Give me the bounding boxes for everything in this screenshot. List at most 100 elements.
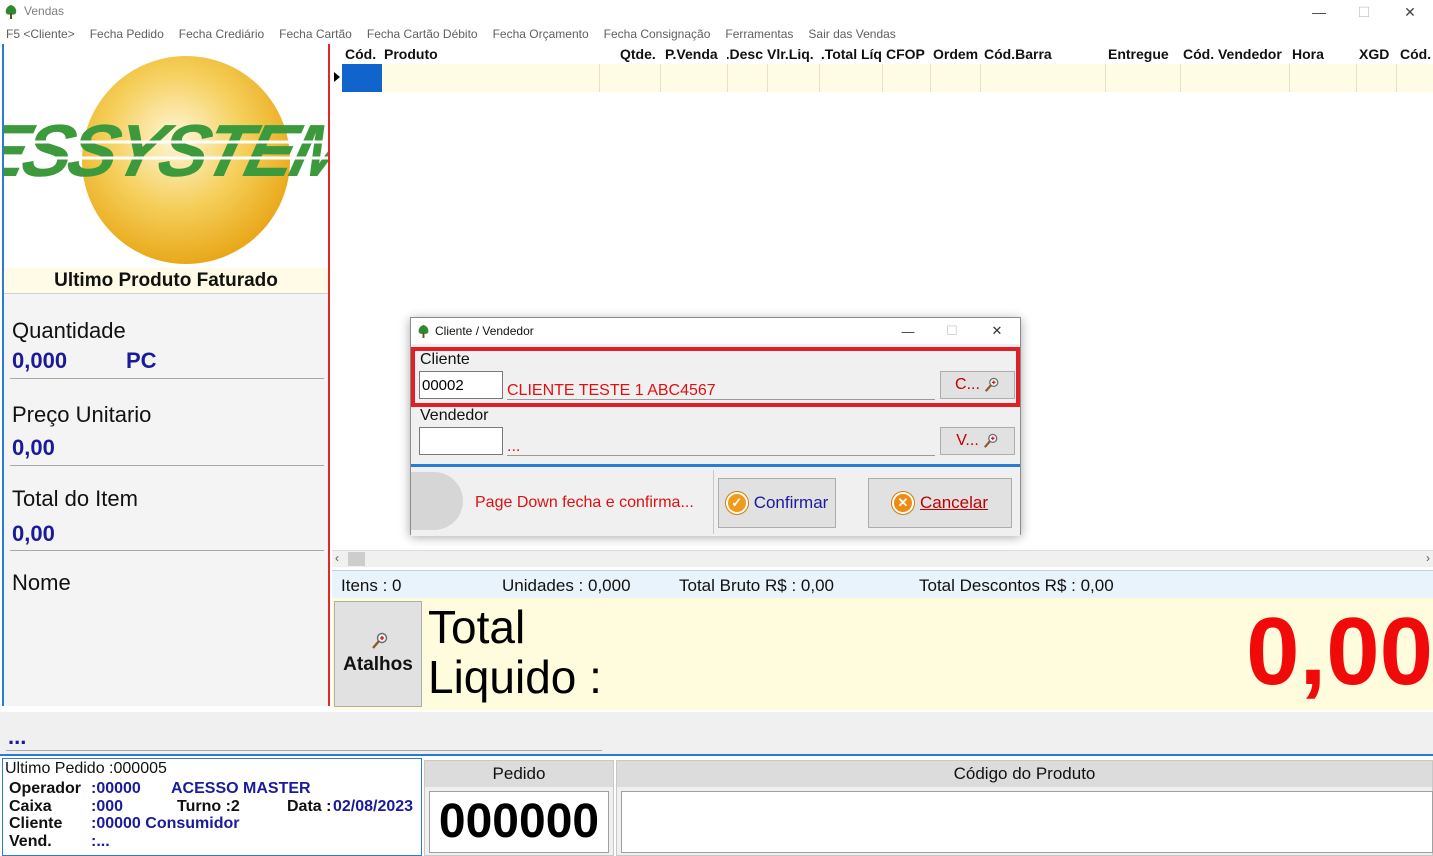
menu-item-fecha-crediario[interactable]: Fecha Crediário — [179, 27, 264, 41]
cliente-name: CLIENTE TESTE 1 ABC4567 — [507, 382, 716, 399]
menu-item-fecha-cartao[interactable]: Fecha Cartão — [279, 27, 352, 41]
turno: Turno :2 — [177, 798, 240, 815]
totals-bar — [332, 570, 1433, 598]
status-text: ... — [8, 724, 27, 749]
codigo-produto-label: Código do Produto — [617, 761, 1432, 787]
pedido-box: Pedido 000000 — [424, 760, 614, 856]
x-circle-icon: ✕ — [891, 492, 914, 514]
company-logo: ESSYSTEM — [4, 44, 328, 268]
total-bruto: Total Bruto R$ : 0,00 — [679, 576, 834, 595]
menu-item-fecha-cartao-debito[interactable]: Fecha Cartão Débito — [367, 27, 478, 41]
cliente-label: Cliente — [420, 351, 470, 368]
table-row[interactable] — [342, 64, 1433, 92]
dialog-minimize-button[interactable]: — — [885, 319, 931, 343]
menu-item-fecha-consignacao[interactable]: Fecha Consignação — [604, 27, 711, 41]
selected-cell[interactable] — [342, 64, 382, 92]
cliente-lookup-button[interactable]: C... — [940, 371, 1015, 399]
check-circle-icon: ✓ — [725, 492, 748, 514]
menu-item-fecha-pedido[interactable]: Fecha Pedido — [90, 27, 164, 41]
svg-text:ESSYSTEM: ESSYSTEM — [4, 109, 328, 192]
total-descontos: Total Descontos R$ : 0,00 — [919, 576, 1114, 595]
codigo-produto-box: Código do Produto — [616, 760, 1433, 856]
col-header-hora[interactable]: Hora — [1292, 46, 1324, 62]
scroll-left-icon[interactable]: ‹ — [335, 551, 339, 565]
cliente-code-input[interactable] — [419, 371, 503, 399]
menu-item-sair[interactable]: Sair das Vendas — [808, 27, 895, 41]
operador-name: ACESSO MASTER — [171, 780, 311, 797]
tree-icon — [5, 5, 17, 19]
menu-item-fecha-orcamento[interactable]: Fecha Orçamento — [493, 27, 589, 41]
session-info-box: Ultimo Pedido :000005 Operador :00000 AC… — [2, 758, 422, 856]
dialog-divider — [411, 464, 1020, 467]
col-header-cod[interactable]: Cód. — [345, 46, 376, 62]
cliente-label: Cliente — [9, 815, 63, 832]
atalhos-button[interactable]: Atalhos — [334, 601, 422, 707]
operador-label: Operador — [9, 780, 82, 797]
minimize-button[interactable]: — — [1296, 0, 1342, 24]
vend-value: :... — [91, 833, 110, 850]
nome-label: Nome — [12, 570, 71, 595]
col-header-produto[interactable]: Produto — [384, 46, 438, 62]
col-header-entregue[interactable]: Entregue — [1108, 46, 1169, 62]
total-item-label: Total do Item — [12, 486, 138, 511]
col-header-codvendedor[interactable]: Cód. Vendedor — [1183, 46, 1282, 62]
col-header-xgd[interactable]: XGD — [1359, 46, 1389, 62]
col-header-codbarra[interactable]: Cód.Barra — [984, 46, 1052, 62]
vend-label: Vend. — [9, 833, 52, 850]
vendedor-code-input[interactable] — [419, 427, 503, 455]
quantidade-label: Quantidade — [12, 318, 126, 343]
logo-graphic: ESSYSTEM — [4, 56, 328, 264]
col-header-totalliq[interactable]: Total Líq. — [820, 46, 882, 62]
menu-item-cliente[interactable]: F5 <Cliente> — [6, 27, 75, 41]
dialog-title: Cliente / Vendedor — [435, 324, 534, 338]
grid-header: Cód. Produto Qtde. P.Venda Desc. Vlr.Liq… — [332, 44, 1433, 64]
col-header-cod2[interactable]: Cód. — [1400, 46, 1431, 62]
col-header-pvenda[interactable]: P.Venda — [665, 46, 718, 62]
scroll-thumb[interactable] — [348, 552, 365, 566]
window-title: Vendas — [24, 4, 65, 18]
caixa-value: :000 — [91, 798, 124, 815]
ultimo-pedido: Ultimo Pedido :000005 — [5, 760, 167, 777]
total-liquido-value: 0,00 — [1246, 598, 1433, 705]
divider — [10, 378, 324, 379]
scroll-right-icon[interactable]: › — [1426, 551, 1430, 565]
menu-bar: F5 <Cliente> Fecha Pedido Fecha Crediári… — [0, 24, 1433, 44]
cliente-value: :00000 Consumidor — [91, 815, 240, 832]
vendedor-name: ... — [507, 438, 521, 455]
magnifier-icon — [372, 632, 388, 649]
col-header-cfop[interactable]: CFOP — [886, 46, 925, 62]
hint-text: Page Down fecha e confirma... — [475, 494, 694, 511]
preco-value: 0,00 — [12, 435, 55, 460]
title-bar: Vendas — ☐ ✕ — [0, 0, 1433, 24]
col-header-desc[interactable]: Desc. — [727, 46, 763, 62]
data-label: Data : — [287, 798, 332, 815]
pedido-label: Pedido — [425, 761, 613, 787]
divider — [10, 550, 324, 551]
data-value: 02/08/2023 — [333, 798, 414, 815]
menu-item-ferramentas[interactable]: Ferramentas — [725, 27, 793, 41]
horizontal-scrollbar[interactable]: ‹ › — [332, 550, 1433, 567]
unidades-count: Unidades : 0,000 — [502, 576, 631, 595]
quantidade-value: 0,000 — [12, 348, 68, 373]
cancel-button[interactable]: ✕ Cancelar — [868, 478, 1012, 528]
col-header-qtde[interactable]: Qtde. — [620, 46, 656, 62]
vendedor-lookup-button[interactable]: V... — [940, 427, 1015, 455]
divider — [6, 750, 602, 751]
col-header-vlrliq[interactable]: Vlr.Liq. — [767, 46, 814, 62]
magnifier-icon — [984, 377, 999, 392]
confirm-button[interactable]: ✓ Confirmar — [718, 478, 836, 528]
col-header-ordem[interactable]: Ordem — [933, 46, 978, 62]
total-item-value: 0,00 — [12, 521, 55, 546]
preco-label: Preço Unitario — [12, 402, 152, 427]
pedido-value: 000000 — [429, 791, 609, 853]
maximize-button[interactable]: ☐ — [1341, 0, 1387, 24]
dialog-close-button[interactable]: ✕ — [974, 319, 1020, 343]
last-product-title: Ultimo Produto Faturado — [4, 268, 328, 294]
close-button[interactable]: ✕ — [1387, 0, 1433, 24]
divider — [10, 465, 324, 466]
dialog-title-bar[interactable]: Cliente / Vendedor — ☐ ✕ — [411, 318, 1020, 344]
unit-value: PC — [126, 348, 157, 373]
dialog-maximize-button[interactable]: ☐ — [929, 319, 975, 343]
caixa-label: Caixa — [9, 798, 52, 815]
codigo-produto-input[interactable] — [621, 791, 1433, 853]
